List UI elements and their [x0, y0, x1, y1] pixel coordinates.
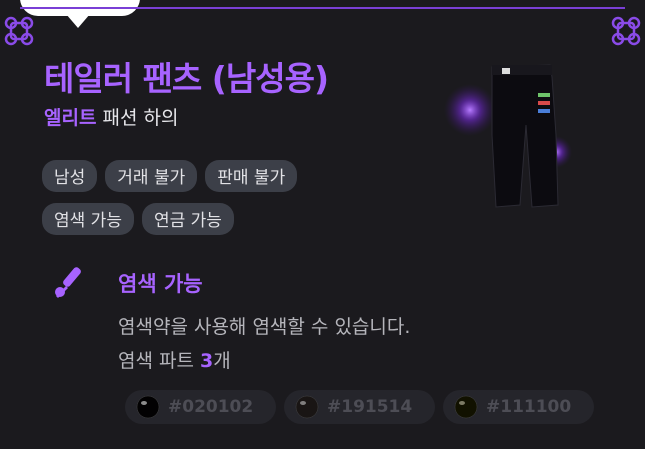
dye-parts-number: 3 [200, 350, 214, 372]
tag-no-trade: 거래 불가 [105, 160, 198, 192]
item-tags: 남성 거래 불가 판매 불가 염색 가능 연금 가능 [42, 160, 382, 246]
dye-parts-count: 염색 파트 3개 [118, 346, 231, 373]
pants-item-image [444, 64, 572, 208]
dye-swatch-code: #020102 [168, 397, 254, 417]
tag-alchemy: 연금 가능 [141, 203, 234, 235]
dye-section-title: 염색 가능 [118, 272, 203, 296]
dye-ball-icon [454, 395, 478, 419]
dye-swatch-code: #191514 [327, 397, 413, 417]
item-name: 테일러 팬츠 (남성용) [44, 59, 329, 98]
item-grade: 엘리트 [44, 107, 97, 129]
tag-dyeable: 염색 가능 [42, 203, 134, 235]
dye-ball-icon [136, 395, 160, 419]
dye-swatch-code: #111100 [486, 397, 572, 417]
dye-swatches: #020102 #191514 #111100 [125, 390, 594, 424]
frame-top-border [20, 7, 625, 9]
dye-parts-suffix: 개 [213, 350, 231, 372]
dye-swatch: #020102 [125, 390, 276, 424]
dye-brush-icon [55, 267, 81, 298]
tag-gender: 남성 [42, 160, 98, 192]
dye-swatch: #191514 [284, 390, 435, 424]
dye-description: 염색약을 사용해 염색할 수 있습니다. [118, 316, 411, 338]
dye-ball-icon [295, 395, 319, 419]
dye-swatch: #111100 [443, 390, 594, 424]
dye-parts-label: 염색 파트 [118, 350, 194, 372]
tooltip-bubble-tail [66, 14, 90, 28]
item-grade-category: 엘리트 패션 하의 [44, 103, 178, 130]
ornament-corner-icon [611, 16, 641, 46]
item-category: 패션 하의 [102, 107, 179, 129]
ornament-corner-icon [4, 16, 34, 46]
tag-no-sell: 판매 불가 [205, 160, 298, 192]
